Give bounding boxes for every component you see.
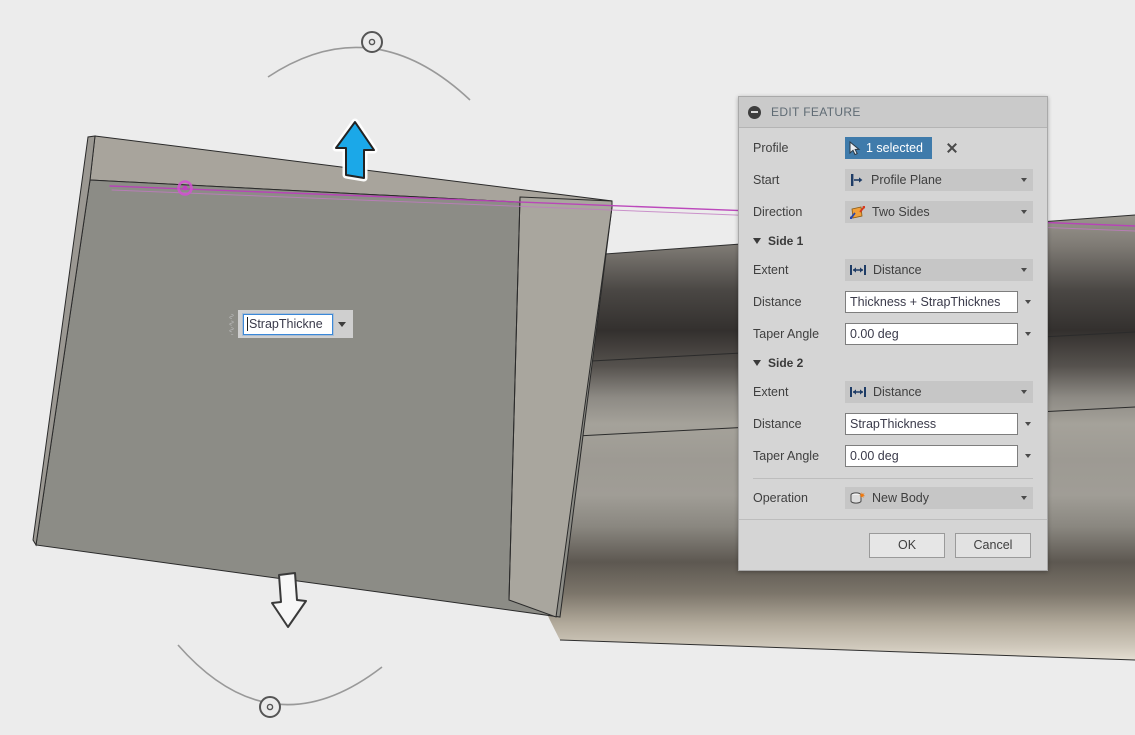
profile-label: Profile: [753, 141, 789, 155]
new-body-icon: [849, 491, 866, 506]
cursor-select-icon: [849, 140, 862, 156]
operation-select[interactable]: New Body: [845, 487, 1033, 509]
profile-plane-icon: [849, 173, 865, 187]
row-side2-extent: Extent Distance: [739, 376, 1047, 408]
chevron-down-icon[interactable]: [1023, 454, 1033, 458]
clear-selection-x-icon[interactable]: [945, 141, 959, 155]
chevron-down-icon[interactable]: [1021, 201, 1027, 223]
row-side1-distance: Distance Thickness + StrapThicknes: [739, 286, 1047, 318]
distance-manipulator-field[interactable]: StrapThickne: [243, 313, 333, 335]
side1-distance-label: Distance: [753, 295, 802, 309]
dialog-body: Profile 1 selected Start Profile Plane D…: [739, 128, 1047, 519]
chevron-down-icon: [753, 360, 761, 366]
side2-extent-label: Extent: [753, 385, 789, 399]
operation-value: New Body: [872, 491, 929, 505]
two-sides-icon: [849, 205, 866, 220]
side1-extent-select[interactable]: Distance: [845, 259, 1033, 281]
chevron-down-icon[interactable]: [1023, 422, 1033, 426]
direction-value: Two Sides: [872, 205, 930, 219]
edit-feature-dialog[interactable]: EDIT FEATURE Profile 1 selected Start Pr…: [738, 96, 1048, 571]
dialog-title: EDIT FEATURE: [771, 105, 861, 119]
distance-manipulator-value: StrapThickne: [249, 317, 323, 331]
row-direction: Direction Two Sides: [739, 196, 1047, 228]
chevron-down-icon: [753, 238, 761, 244]
section-side-1[interactable]: Side 1: [739, 228, 1047, 254]
start-label: Start: [753, 173, 780, 187]
row-profile: Profile 1 selected: [739, 132, 1047, 164]
chevron-down-icon[interactable]: [335, 314, 349, 335]
row-side2-distance: Distance StrapThickness: [739, 408, 1047, 440]
profile-selection-button[interactable]: 1 selected: [845, 137, 932, 159]
distance-manipulator-input[interactable]: StrapThickne: [238, 310, 353, 338]
ok-button[interactable]: OK: [869, 532, 945, 558]
side1-distance-input[interactable]: Thickness + StrapThicknes: [845, 291, 1018, 313]
cancel-button[interactable]: Cancel: [955, 532, 1031, 558]
fusion-viewport-window: ∿∿∿∿ StrapThickne EDIT FEATURE Profile: [0, 0, 1135, 735]
bottom-rotation-handle-icon[interactable]: [177, 644, 383, 718]
row-side2-taper: Taper Angle 0.00 deg: [739, 440, 1047, 472]
row-start: Start Profile Plane: [739, 164, 1047, 196]
row-side1-taper: Taper Angle 0.00 deg: [739, 318, 1047, 350]
side1-extent-value: Distance: [873, 263, 922, 277]
text-caret: [247, 317, 248, 331]
operation-label: Operation: [753, 491, 808, 505]
dialog-footer: OK Cancel: [739, 519, 1047, 570]
side2-taper-input[interactable]: 0.00 deg: [845, 445, 1018, 467]
distance-extent-icon: [849, 386, 867, 398]
dimension-drag-grip[interactable]: ∿∿∿∿: [227, 313, 234, 335]
distance-extent-icon: [849, 264, 867, 276]
side1-extent-label: Extent: [753, 263, 789, 277]
chevron-down-icon[interactable]: [1023, 300, 1033, 304]
row-operation: Operation New Body: [739, 479, 1047, 517]
dialog-header[interactable]: EDIT FEATURE: [739, 97, 1047, 128]
side1-taper-input[interactable]: 0.00 deg: [845, 323, 1018, 345]
side2-extent-value: Distance: [873, 385, 922, 399]
start-select[interactable]: Profile Plane: [845, 169, 1033, 191]
chevron-down-icon[interactable]: [1021, 259, 1027, 281]
plate-body: [32, 135, 613, 618]
row-side1-extent: Extent Distance: [739, 254, 1047, 286]
side2-distance-input[interactable]: StrapThickness: [845, 413, 1018, 435]
side2-extent-select[interactable]: Distance: [845, 381, 1033, 403]
side2-distance-label: Distance: [753, 417, 802, 431]
top-rotation-handle-icon[interactable]: [267, 31, 471, 101]
side-1-header: Side 1: [768, 234, 804, 248]
collapse-minus-icon[interactable]: [748, 105, 761, 119]
direction-select[interactable]: Two Sides: [845, 201, 1033, 223]
chevron-down-icon[interactable]: [1021, 487, 1027, 509]
side-2-header: Side 2: [768, 356, 804, 370]
chevron-down-icon[interactable]: [1023, 332, 1033, 336]
chevron-down-icon[interactable]: [1021, 381, 1027, 403]
side1-taper-label: Taper Angle: [753, 327, 820, 341]
profile-selection-count: 1 selected: [866, 141, 923, 155]
direction-label: Direction: [753, 205, 803, 219]
start-value: Profile Plane: [871, 173, 942, 187]
section-side-2[interactable]: Side 2: [739, 350, 1047, 376]
chevron-down-icon[interactable]: [1021, 169, 1027, 191]
side2-taper-label: Taper Angle: [753, 449, 820, 463]
